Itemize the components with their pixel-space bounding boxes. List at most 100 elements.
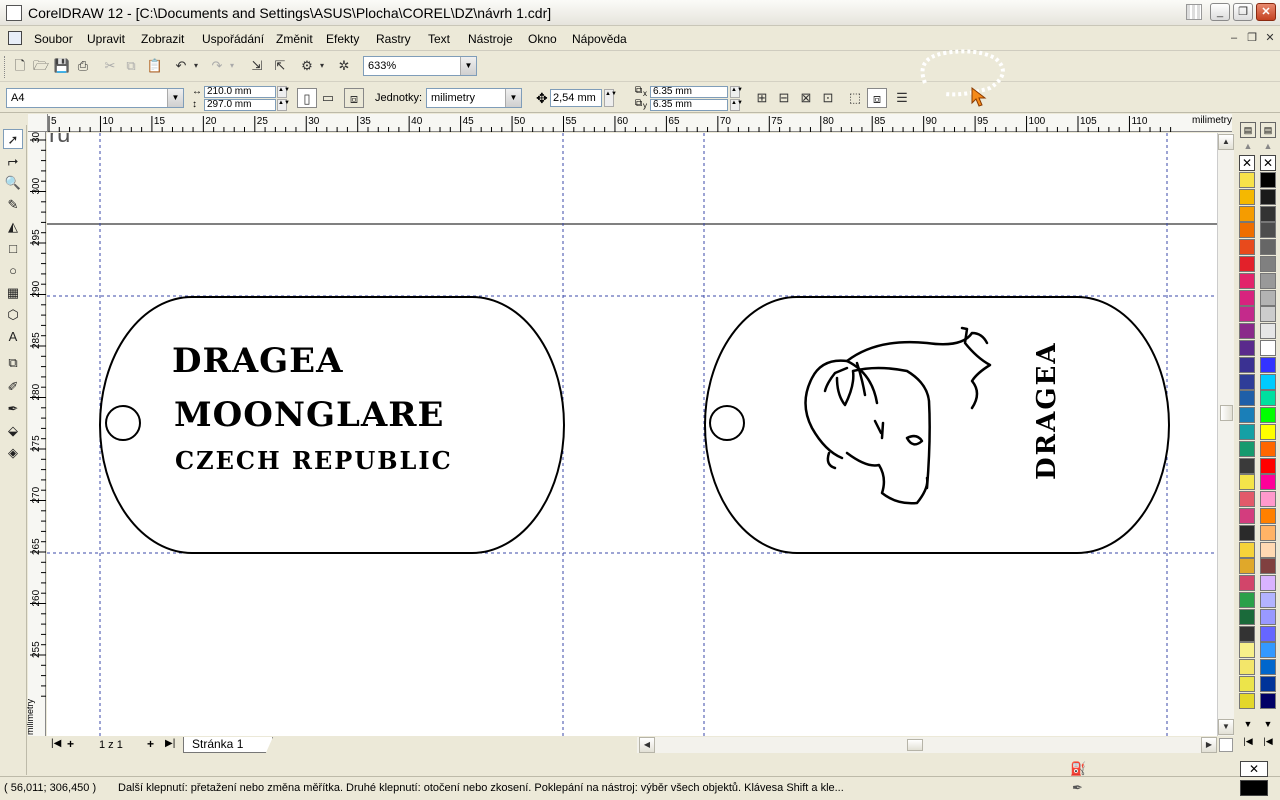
color-swatch[interactable] (1239, 524, 1255, 541)
palette-scroll-down-icon[interactable]: ▼ (1242, 718, 1254, 730)
color-swatch[interactable] (1239, 692, 1255, 709)
units-combo[interactable]: milimetry ▼ (426, 88, 522, 108)
import-icon[interactable]: ⇲ (247, 56, 267, 76)
color-swatch[interactable] (1260, 625, 1276, 642)
color-swatch[interactable] (1239, 575, 1255, 592)
scroll-down-icon[interactable]: ▼ (1218, 719, 1234, 735)
last-page-icon[interactable]: ▶| (165, 738, 175, 749)
portrait-icon[interactable]: ▯ (297, 88, 317, 108)
color-swatch[interactable] (1260, 306, 1276, 323)
open-file-icon[interactable]: 🗁 (31, 56, 51, 76)
ruler-origin[interactable] (28, 114, 48, 132)
page-height-field[interactable]: 297.0 mm (204, 99, 276, 111)
undo-dropdown-icon[interactable]: ▾ (191, 56, 201, 76)
zoom-combo[interactable]: 633% ▼ (363, 56, 477, 76)
color-swatch[interactable] (1239, 625, 1255, 642)
dup-x-spinner[interactable]: ▲▼ (730, 86, 743, 98)
color-swatch[interactable] (1239, 306, 1255, 323)
width-spinner[interactable]: ▲▼ (277, 86, 290, 98)
snap-objects-icon[interactable]: ⊠ (796, 88, 816, 108)
color-swatch[interactable] (1260, 524, 1276, 541)
color-swatch[interactable] (1239, 340, 1255, 356)
landscape-icon[interactable]: ▭ (318, 88, 338, 108)
color-swatch[interactable] (1260, 575, 1276, 592)
color-swatch[interactable] (1239, 373, 1255, 390)
color-swatch[interactable] (1239, 440, 1255, 457)
outline-pen-icon[interactable]: ✒ (1072, 780, 1083, 796)
add-page-before-icon[interactable]: + (67, 737, 74, 751)
tag-right-hole[interactable] (709, 405, 745, 441)
color-swatch[interactable] (1260, 390, 1276, 407)
color-swatch[interactable] (1239, 558, 1255, 575)
color-swatch[interactable] (1260, 491, 1276, 508)
eyedropper-tool-icon[interactable]: ✐ (3, 377, 23, 397)
page-size-combo[interactable]: A4 ▼ (6, 88, 184, 108)
color-swatch[interactable] (1260, 289, 1276, 306)
palette-options2-icon[interactable]: ▤ (1260, 122, 1276, 138)
color-swatch[interactable] (1239, 474, 1255, 491)
color-swatch[interactable] (1260, 222, 1276, 239)
interactive-blend-tool-icon[interactable]: ⧉ (3, 353, 23, 373)
vertical-scroll-thumb[interactable] (1220, 405, 1233, 421)
color-swatch[interactable] (1260, 558, 1276, 575)
palette-scroll-up-icon[interactable]: ▲ (1242, 140, 1254, 152)
nudge-field[interactable]: 2,54 mm (550, 89, 602, 107)
tag-left-line2[interactable]: MOONGLARE (174, 397, 444, 433)
duplicate-x-field[interactable]: 6.35 mm (650, 86, 728, 98)
minimize-button[interactable]: _ (1210, 3, 1230, 21)
undo-icon[interactable]: ↶ (171, 56, 191, 76)
chevron-down-icon[interactable]: ▼ (460, 57, 476, 75)
color-swatch[interactable] (1260, 323, 1276, 340)
color-swatch[interactable] (1239, 659, 1255, 676)
color-swatch[interactable] (1239, 222, 1255, 239)
paste-icon[interactable]: 📋 (145, 56, 165, 76)
color-swatch[interactable] (1239, 390, 1255, 407)
grid-icon[interactable] (1186, 4, 1202, 20)
scroll-left-icon[interactable]: ◀ (639, 737, 655, 753)
menu-soubor[interactable]: Soubor (34, 32, 73, 46)
vertical-scrollbar[interactable]: ▲ ▼ (1217, 133, 1234, 736)
launcher-dropdown-icon[interactable]: ▾ (317, 56, 327, 76)
color-swatch[interactable] (1260, 172, 1276, 188)
tag-left-line3[interactable]: CZECH REPUBLIC (175, 446, 453, 476)
document-icon[interactable] (8, 31, 22, 45)
fill-indicator-none-icon[interactable]: ✕ (1240, 761, 1268, 777)
color-swatch[interactable] (1260, 659, 1276, 676)
menu-efekty[interactable]: Efekty (326, 32, 359, 46)
color-swatch[interactable] (1239, 188, 1255, 205)
color-swatch[interactable] (1260, 608, 1276, 625)
rectangle-tool-icon[interactable]: □ (3, 239, 23, 259)
color-swatch[interactable] (1239, 172, 1255, 188)
interactive-fill-tool-icon[interactable]: ◈ (3, 443, 23, 463)
scroll-up-icon[interactable]: ▲ (1218, 134, 1234, 150)
tag-left-line1[interactable]: DRAGEA (172, 343, 343, 379)
color-swatch[interactable] (1260, 457, 1276, 474)
duplicate-y-field[interactable]: 6.35 mm (650, 99, 728, 111)
color-swatch[interactable] (1260, 692, 1276, 709)
no-color-swatch2-icon[interactable]: ✕ (1260, 155, 1276, 171)
color-swatch[interactable] (1260, 340, 1276, 356)
options-icon[interactable]: ☰ (892, 88, 912, 108)
color-swatch[interactable] (1260, 205, 1276, 222)
tag-right-outline[interactable] (704, 296, 1170, 554)
color-swatch[interactable] (1239, 676, 1255, 692)
cut-icon[interactable]: ✂ (100, 56, 120, 76)
color-swatch[interactable] (1260, 256, 1276, 272)
export-icon[interactable]: ⇱ (270, 56, 290, 76)
color-swatch[interactable] (1260, 508, 1276, 524)
tag-left-hole[interactable] (105, 405, 141, 441)
height-spinner[interactable]: ▲▼ (277, 99, 290, 111)
ellipse-tool-icon[interactable]: ○ (3, 261, 23, 281)
horizontal-scrollbar[interactable]: ◀ ▶ (637, 737, 1217, 753)
corel-online-icon[interactable]: ✲ (334, 56, 354, 76)
color-swatch[interactable] (1260, 474, 1276, 491)
freehand-tool-icon[interactable]: ✎ (3, 195, 23, 215)
page-width-field[interactable]: 210.0 mm (204, 86, 276, 98)
redo-icon[interactable]: ↷ (207, 56, 227, 76)
color-swatch[interactable] (1239, 457, 1255, 474)
color-swatch[interactable] (1239, 508, 1255, 524)
print-icon[interactable]: ⎙ (73, 56, 93, 76)
color-swatch[interactable] (1239, 289, 1255, 306)
save-icon[interactable]: 💾 (52, 56, 72, 76)
color-swatch[interactable] (1239, 608, 1255, 625)
